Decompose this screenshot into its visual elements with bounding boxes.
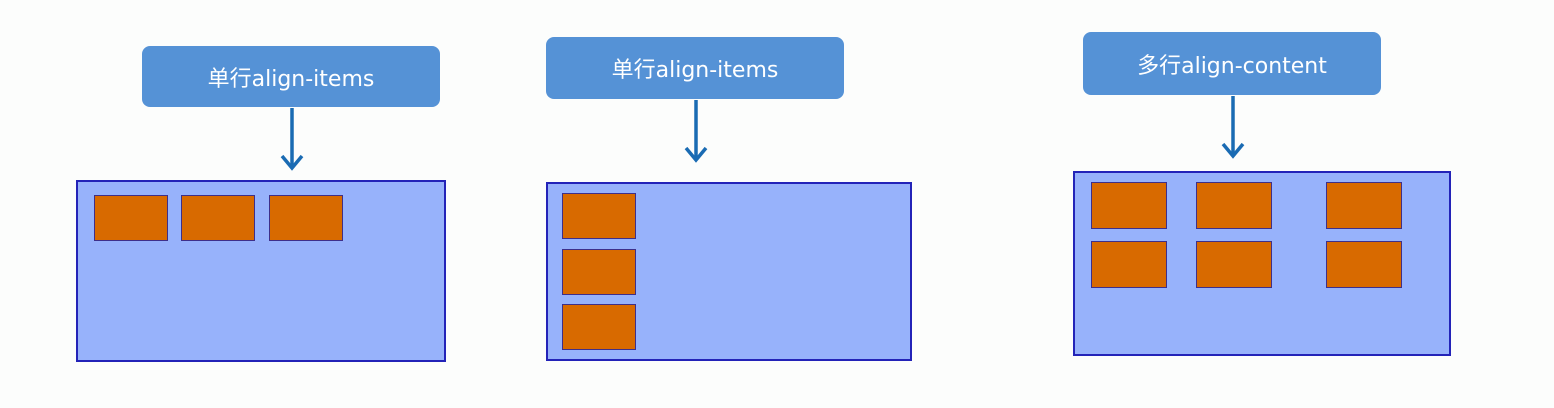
panel-3-flex-container — [1073, 171, 1451, 356]
flex-alignment-diagram: 单行align-items 单行align-items 多行align-cont… — [0, 0, 1554, 408]
panel-2-arrow-icon — [684, 100, 708, 163]
flex-item — [94, 195, 168, 241]
flex-item — [1196, 182, 1272, 229]
flex-item — [1091, 241, 1167, 288]
flex-item — [181, 195, 255, 241]
panel-1-flex-container — [76, 180, 446, 362]
flex-item — [1196, 241, 1272, 288]
flex-item — [562, 193, 636, 239]
panel-3-label: 多行align-content — [1083, 32, 1381, 95]
panel-1-label: 单行align-items — [142, 46, 440, 107]
panel-1-arrow-icon — [280, 108, 304, 171]
flex-item — [269, 195, 343, 241]
flex-item — [1091, 182, 1167, 229]
flex-item — [562, 304, 636, 350]
panel-3-arrow-icon — [1221, 96, 1245, 159]
flex-item — [1326, 182, 1402, 229]
panel-2-label: 单行align-items — [546, 37, 844, 99]
panel-2-flex-container — [546, 182, 912, 361]
flex-item — [562, 249, 636, 295]
flex-item — [1326, 241, 1402, 288]
